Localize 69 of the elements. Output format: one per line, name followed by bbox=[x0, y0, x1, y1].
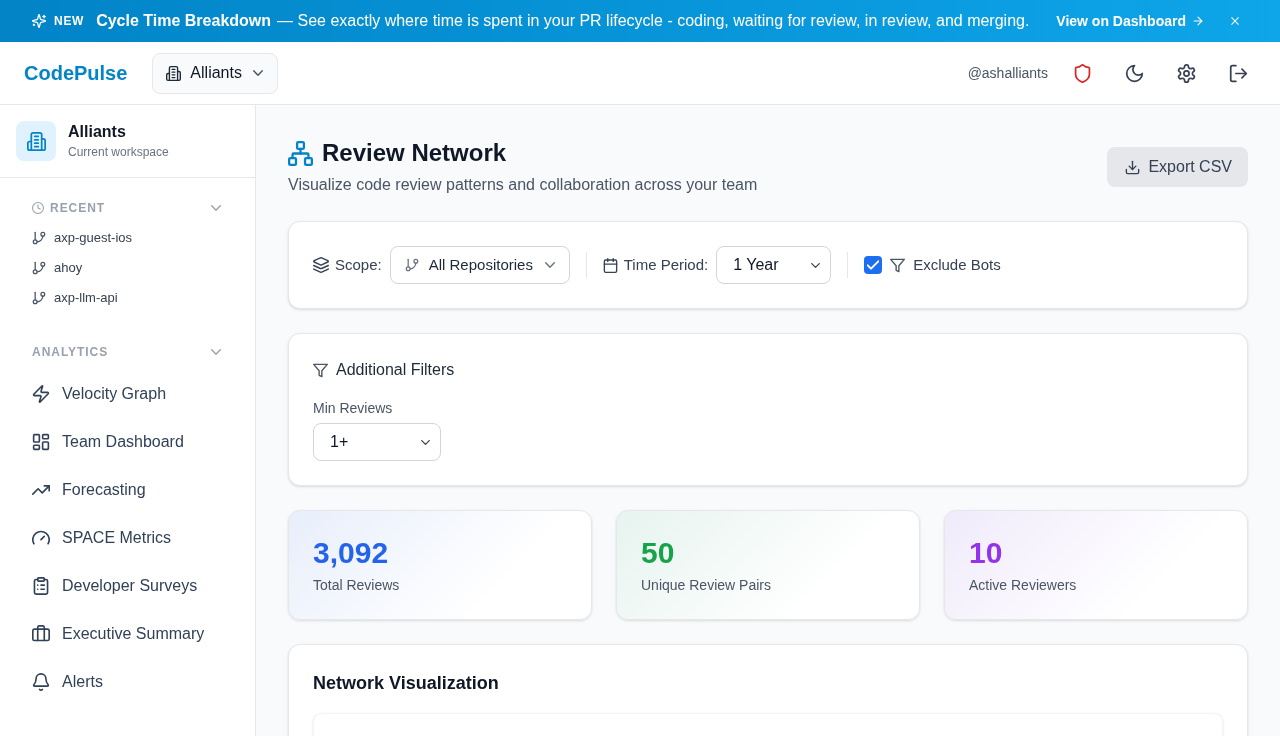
nav-item[interactable]: Team Dashboard bbox=[32, 418, 223, 466]
chevron-down-icon bbox=[211, 349, 221, 355]
building-icon bbox=[166, 65, 182, 81]
briefcase-icon bbox=[32, 625, 50, 643]
nav-item[interactable]: Executive Summary bbox=[32, 610, 223, 658]
additional-filters-title: Additional Filters bbox=[336, 360, 455, 380]
workspace-switcher[interactable]: Alliants bbox=[152, 52, 278, 94]
stat-value: 50 bbox=[641, 535, 675, 571]
branch-icon bbox=[32, 231, 46, 245]
banner-text: — See exactly where time is spent in your PR lifecycle - coding, waiting for review, in review, and merging. bbox=[277, 11, 1030, 31]
logout-icon bbox=[1228, 63, 1248, 83]
banner-title: Cycle Time Breakdown bbox=[96, 11, 272, 31]
workspace-subtitle: Current workspace bbox=[68, 144, 169, 160]
page-subtitle: Visualize code review patterns and collaboration across your team bbox=[288, 175, 758, 195]
chevron-down-icon bbox=[421, 439, 430, 445]
branch-icon bbox=[404, 258, 419, 272]
filter-icon bbox=[313, 362, 328, 378]
chevron-down-icon bbox=[544, 262, 555, 268]
time-period-label: Time Period: bbox=[623, 254, 709, 275]
building-icon bbox=[16, 121, 56, 161]
page-title: Review Network bbox=[322, 138, 507, 168]
username: @ashalliants bbox=[967, 63, 1048, 83]
time-period-select[interactable]: 1 Year bbox=[716, 246, 832, 284]
network-title: Network Visualization bbox=[313, 672, 499, 695]
nav-item[interactable]: Developer Surveys bbox=[32, 562, 223, 610]
sparkles-icon bbox=[32, 14, 46, 28]
stat-label: Active Reviewers bbox=[969, 576, 1077, 595]
branch-icon bbox=[32, 291, 46, 305]
download-icon bbox=[1125, 159, 1141, 175]
export-csv-button[interactable]: Export CSV bbox=[1107, 147, 1248, 187]
nav-item[interactable]: Velocity Graph bbox=[32, 370, 223, 418]
nav-item[interactable]: Alerts bbox=[32, 658, 223, 706]
moon-icon bbox=[1124, 63, 1144, 83]
arrow-right-icon bbox=[1192, 15, 1204, 27]
stat-value: 10 bbox=[969, 535, 1003, 571]
scope-label: Scope: bbox=[335, 254, 382, 275]
dashboard-grid-icon bbox=[32, 433, 50, 451]
nav-item[interactable]: SPACE Metrics bbox=[32, 514, 223, 562]
chevron-down-icon bbox=[211, 205, 221, 211]
logo[interactable]: CodePulse bbox=[24, 58, 128, 88]
settings-icon bbox=[1176, 63, 1196, 83]
lightning-icon bbox=[32, 385, 50, 403]
min-reviews-select[interactable]: 1+ bbox=[313, 423, 441, 461]
clipboard-icon bbox=[32, 577, 50, 595]
gauge-icon bbox=[32, 529, 50, 547]
scope-select[interactable]: All Repositories bbox=[389, 246, 570, 284]
clock-icon bbox=[32, 202, 44, 214]
chevron-down-icon bbox=[811, 262, 821, 268]
stat-value: 3,092 bbox=[313, 535, 389, 571]
stat-label: Unique Review Pairs bbox=[641, 576, 771, 595]
recent-repo-link[interactable]: axp-guest-ios bbox=[32, 223, 223, 253]
recent-repo-link[interactable]: ahoy bbox=[32, 253, 223, 283]
min-reviews-label: Min Reviews bbox=[313, 399, 393, 418]
network-icon bbox=[288, 140, 313, 166]
nav-item[interactable]: Forecasting bbox=[32, 466, 223, 514]
exclude-bots-label: Exclude Bots bbox=[913, 254, 1001, 275]
new-label: NEW bbox=[54, 13, 85, 30]
layers-icon bbox=[313, 257, 329, 273]
bell-icon bbox=[32, 673, 50, 691]
workspace-name: Alliants bbox=[68, 122, 127, 142]
close-icon bbox=[1229, 15, 1241, 27]
stat-label: Total Reviews bbox=[313, 576, 400, 595]
filter-icon bbox=[890, 257, 906, 273]
recent-repo-link[interactable]: axp-llm-api bbox=[32, 283, 223, 313]
exclude-bots-checkbox[interactable] bbox=[864, 256, 883, 274]
chevron-down-icon bbox=[252, 70, 263, 76]
branch-icon bbox=[32, 261, 46, 275]
shield-icon bbox=[1072, 63, 1092, 83]
calendar-icon bbox=[602, 257, 618, 273]
